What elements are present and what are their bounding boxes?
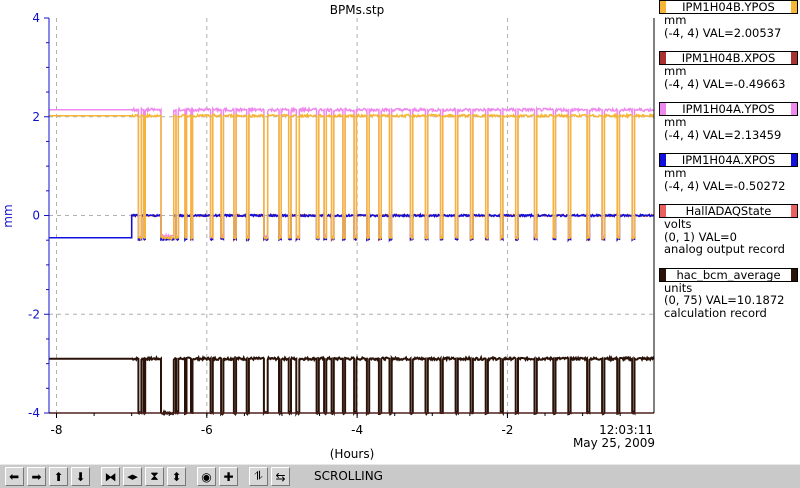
scroll-down-icon[interactable]: ⬇	[71, 467, 90, 486]
legend-value: (0, 75) VAL=10.1872	[664, 293, 785, 307]
legend: IPM1H04B.YPOS mm (-4, 4) VAL=2.00537 IPM1H0…	[659, 0, 800, 319]
zoom-out-y-icon[interactable]: ⬍	[167, 467, 186, 486]
zoom-full-icon: ✚	[223, 469, 234, 484]
legend-value: (-4, 4) VAL=-0.49663	[664, 76, 786, 91]
zoom-in-y-icon[interactable]: ⧗	[145, 467, 164, 486]
scroll-up-icon[interactable]: ⬆	[49, 467, 68, 486]
scroll-left-icon[interactable]: ➡	[5, 467, 24, 486]
x-tick-label: -2	[501, 423, 513, 437]
legend-unit: units	[664, 280, 693, 295]
zoom-in-x-icon: ⧓	[104, 469, 117, 484]
y-tick-label: 2	[32, 110, 40, 124]
scroll-toggle-icon: ⇆	[275, 469, 286, 484]
toolbar-status: SCROLLING	[314, 469, 383, 483]
legend-unit: mm	[664, 64, 687, 78]
zoom-out-x-icon: ◀▶	[127, 472, 138, 481]
legend-record: analog output record	[664, 242, 785, 256]
legend-unit: mm	[664, 115, 687, 129]
zoom-in-x-icon[interactable]: ⧓	[101, 467, 120, 486]
reset-icon: ⥮	[254, 469, 263, 483]
legend-value: (-4, 4) VAL=2.13459	[664, 127, 782, 142]
y-tick-label: 4	[32, 11, 40, 25]
legend-value: (-4, 4) VAL=2.00537	[664, 25, 782, 40]
y-tick-label: -4	[28, 406, 40, 420]
zoom-in-y-icon: ⧗	[150, 469, 159, 483]
zoom-center-icon: ◉	[201, 469, 212, 484]
x-axis-label: (Hours)	[330, 447, 375, 461]
legend-value: (-4, 4) VAL=-0.50272	[664, 178, 786, 193]
reset-icon[interactable]: ⥮	[249, 467, 268, 486]
legend-label: IPM1H04A.YPOS	[659, 102, 798, 116]
y-tick-label: -2	[28, 307, 40, 321]
legend-value: (0, 1) VAL=0	[664, 229, 737, 244]
scroll-left-icon: ➡	[9, 469, 20, 484]
x-tick-label: -8	[51, 423, 63, 437]
legend-label: hac_bcm_average	[659, 267, 798, 282]
zoom-full-icon[interactable]: ✚	[219, 467, 238, 486]
zoom-out-x-icon[interactable]: ◀▶	[123, 467, 142, 486]
zoom-out-y-icon: ⬍	[171, 469, 182, 484]
legend-label: IPM1H04B.XPOS	[659, 51, 798, 65]
legend-label: IPM1H04A.XPOS	[659, 153, 798, 167]
scroll-toggle-icon[interactable]: ⇆	[271, 467, 290, 486]
scroll-down-icon: ⬇	[75, 469, 86, 484]
legend-unit: mm	[664, 166, 687, 180]
scroll-up-icon: ⬆	[53, 469, 64, 484]
legend-label: IPM1H04B.YPOS	[659, 0, 798, 14]
legend-unit: volts	[664, 217, 692, 231]
legend-unit: mm	[664, 13, 687, 27]
chart-title: BPMs.stp	[330, 3, 384, 17]
legend-label: HallADAQState	[659, 204, 798, 218]
toolbar: ➡ ➡ ⬆ ⬇ ⧓ ◀▶ ⧗ ⬍ ◉ ✚ ⥮ ⇆ SCROLLING	[0, 464, 800, 488]
x-tick-label: -4	[351, 423, 363, 437]
end-date-label: May 25, 2009	[573, 436, 655, 450]
scroll-right-icon: ➡	[31, 469, 42, 484]
y-tick-label: 0	[32, 209, 40, 223]
end-time-label: 12:03:11	[599, 423, 653, 437]
zoom-center-icon[interactable]: ◉	[197, 467, 216, 486]
scroll-right-icon[interactable]: ➡	[27, 467, 46, 486]
x-tick-label: -6	[201, 423, 213, 437]
y-axis-label: mm	[1, 204, 15, 227]
legend-record: calculation record	[664, 305, 767, 320]
